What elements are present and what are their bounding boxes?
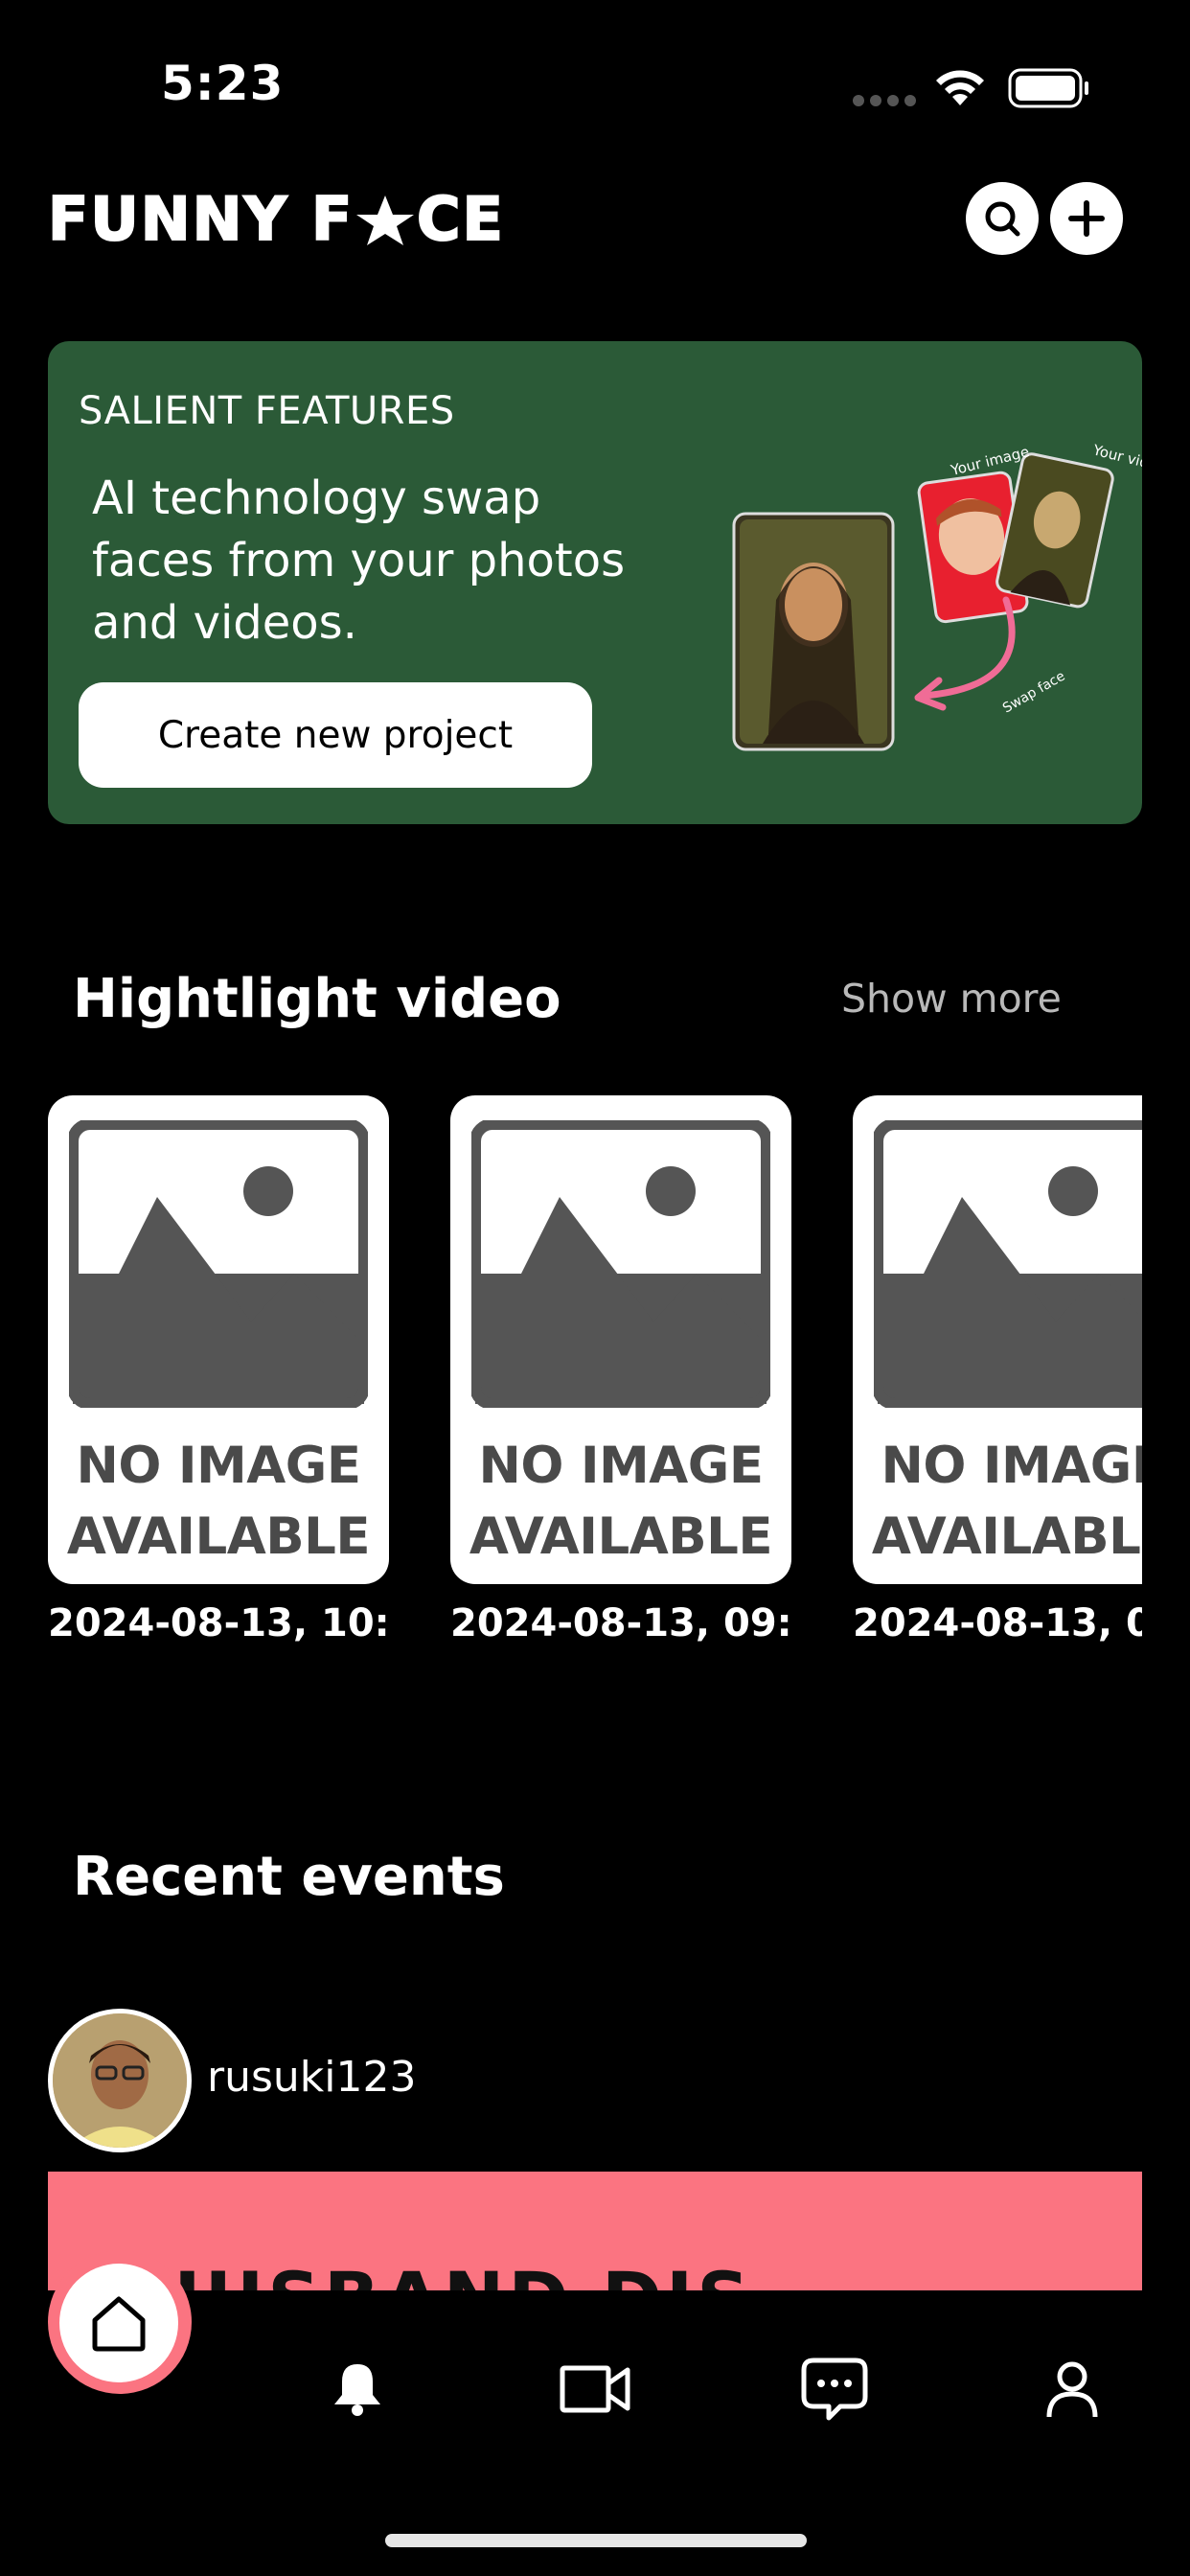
video-thumbnail: NO IMAGE AVAILABLE — [853, 1095, 1142, 1584]
video-date: 2024-08-13, 10:... — [48, 1601, 389, 1645]
avatar[interactable] — [48, 2009, 192, 2152]
search-button[interactable] — [966, 182, 1039, 255]
placeholder-line-1: NO IMAGE — [76, 1437, 361, 1495]
bell-icon — [334, 2364, 380, 2416]
placeholder-line-2: AVAILABLE — [871, 1507, 1142, 1566]
app-logo: FUNNY F CE — [48, 183, 505, 255]
status-time: 5:23 — [161, 56, 285, 111]
wifi-icon — [936, 70, 984, 105]
status-bar: 5:23 — [0, 0, 1190, 172]
video-camera-icon — [560, 2365, 630, 2413]
recent-events-title: Recent events — [73, 1846, 505, 1908]
show-more-link[interactable]: Show more — [841, 976, 1062, 1022]
video-date: 2024-08-13, 09 — [853, 1601, 1142, 1645]
image-placeholder-icon — [874, 1120, 1142, 1408]
tab-videos[interactable] — [552, 2346, 638, 2432]
face-swap-illustration: Your image Your video Swap face — [732, 441, 1142, 751]
event-card-title: HUSBAND DIS... — [140, 2256, 848, 2290]
user-photo — [53, 2013, 187, 2148]
svg-text:Swap face: Swap face — [1000, 669, 1067, 717]
search-icon — [985, 201, 1020, 237]
cellular-signal-icon — [853, 95, 916, 106]
banner-kicker: SALIENT FEATURES — [79, 389, 455, 433]
tab-notifications[interactable] — [314, 2346, 400, 2432]
plus-icon — [1068, 200, 1105, 237]
svg-text:FUNNY F: FUNNY F — [48, 184, 354, 254]
video-card[interactable]: NO IMAGE AVAILABLE 2024-08-13, 10:... — [48, 1095, 389, 1645]
tab-home[interactable] — [59, 2264, 178, 2382]
video-card[interactable]: NO IMAGE AVAILABLE 2024-08-13, 09:... — [450, 1095, 791, 1645]
image-placeholder-icon — [69, 1120, 368, 1408]
tab-profile[interactable] — [1029, 2346, 1115, 2432]
svg-text:CE: CE — [417, 184, 505, 254]
placeholder-line-2: AVAILABLE — [469, 1507, 773, 1566]
placeholder-line-1: NO IMAGE — [881, 1437, 1142, 1495]
create-project-button[interactable]: Create new project — [79, 682, 592, 788]
highlight-video-list: NO IMAGE AVAILABLE 2024-08-13, 10:... NO… — [48, 1095, 1142, 1670]
placeholder-line-1: NO IMAGE — [478, 1437, 764, 1495]
add-button[interactable] — [1050, 182, 1123, 255]
home-icon — [92, 2296, 146, 2352]
video-thumbnail: NO IMAGE AVAILABLE — [450, 1095, 791, 1584]
image-placeholder-icon — [471, 1120, 770, 1408]
video-card[interactable]: NO IMAGE AVAILABLE 2024-08-13, 09 — [853, 1095, 1142, 1645]
profile-icon — [1046, 2361, 1098, 2418]
feature-banner: SALIENT FEATURES AI technology swap face… — [48, 341, 1142, 824]
placeholder-line-2: AVAILABLE — [66, 1507, 371, 1566]
video-thumbnail: NO IMAGE AVAILABLE — [48, 1095, 389, 1584]
event-username[interactable]: rusuki123 — [207, 2053, 416, 2102]
chat-icon — [801, 2358, 868, 2421]
event-card[interactable]: HUSBAND DIS... — [48, 2172, 1142, 2290]
tab-messages[interactable] — [791, 2346, 878, 2432]
banner-description: AI technology swap faces from your photo… — [92, 472, 626, 650]
battery-icon — [1008, 68, 1088, 108]
highlight-section-title: Hightlight video — [73, 968, 561, 1030]
video-date: 2024-08-13, 09:... — [450, 1601, 791, 1645]
home-indicator — [385, 2534, 807, 2547]
